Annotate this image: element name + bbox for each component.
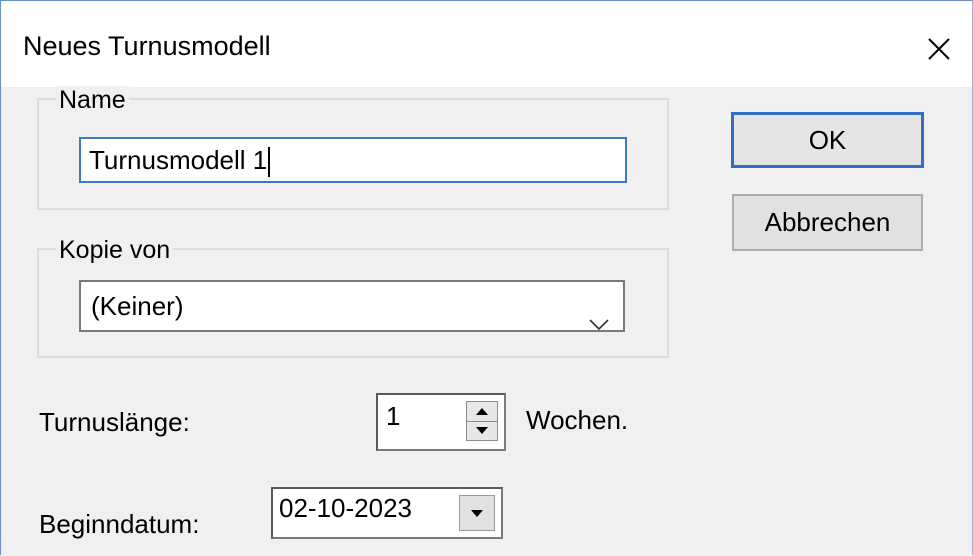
ok-button[interactable]: OK	[731, 112, 924, 168]
text-caret	[268, 147, 271, 178]
chevron-down-icon[interactable]	[589, 298, 609, 346]
dropdown-arrow-icon[interactable]	[459, 495, 495, 531]
spin-up-icon[interactable]	[467, 402, 497, 422]
dialog-window: Neues Turnusmodell Name Turnusmodell 1 K…	[0, 0, 973, 555]
length-value: 1	[386, 401, 401, 431]
name-input[interactable]: Turnusmodell 1	[79, 137, 627, 183]
spin-down-icon[interactable]	[467, 421, 497, 440]
length-unit-label: Wochen.	[526, 405, 629, 435]
dialog-title: Neues Turnusmodell	[23, 31, 271, 61]
name-group-label: Name	[56, 86, 129, 115]
start-date-value: 02-10-2023	[279, 493, 412, 523]
copy-from-select[interactable]: (Keiner)	[79, 280, 625, 332]
length-spin-buttons	[466, 401, 498, 441]
start-date-picker[interactable]: 02-10-2023	[271, 487, 503, 539]
cancel-button[interactable]: Abbrechen	[732, 194, 923, 251]
start-date-label: Beginndatum:	[39, 509, 200, 539]
length-label: Turnuslänge:	[39, 407, 190, 437]
title-bar[interactable]: Neues Turnusmodell	[1, 1, 972, 87]
copy-from-group-label: Kopie von	[56, 236, 174, 265]
name-input-value: Turnusmodell 1	[89, 145, 268, 175]
length-stepper[interactable]: 1	[376, 393, 506, 451]
copy-from-selected-value: (Keiner)	[91, 291, 184, 321]
close-icon[interactable]	[919, 29, 959, 69]
